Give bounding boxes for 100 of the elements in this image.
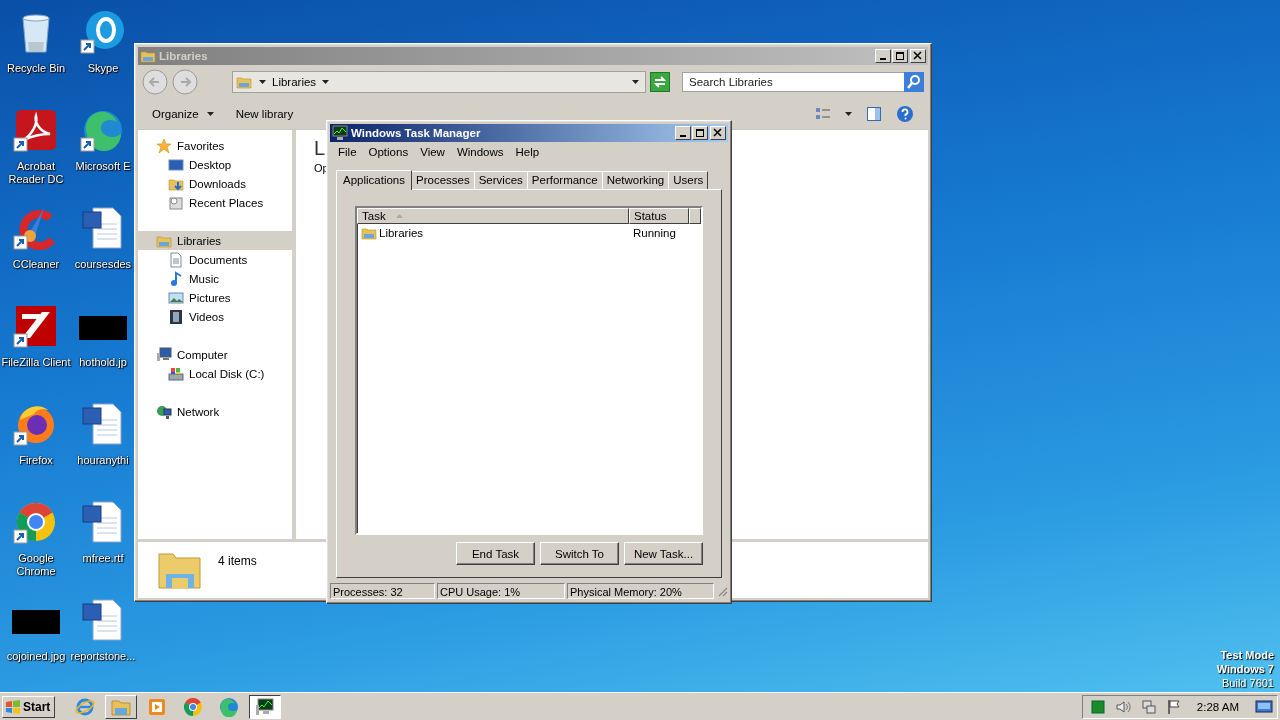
icon-label[interactable]: Firefox (19, 454, 53, 467)
tab[interactable]: Networking (601, 171, 670, 189)
clock[interactable]: 2:28 AM (1196, 700, 1239, 713)
nav-item[interactable]: Documents (138, 250, 292, 269)
nav-item[interactable]: Favorites (138, 136, 292, 155)
caret-icon[interactable] (206, 112, 214, 116)
icon-label[interactable]: FileZilla Client (1, 356, 71, 369)
flag-icon[interactable] (1166, 698, 1181, 715)
status-text: CPU Usage: 1% (437, 583, 565, 599)
watermark-text: Build 7601 (1221, 676, 1274, 690)
app-icon[interactable] (79, 8, 127, 56)
resize-grip-icon[interactable] (716, 585, 728, 597)
button[interactable]: End Task (456, 542, 535, 565)
preview-pane-icon[interactable] (866, 106, 882, 122)
icon-label[interactable]: Skype (87, 62, 119, 75)
icon-label[interactable]: Microsoft E (75, 160, 131, 173)
watermark-text: Test Mode (1219, 648, 1274, 662)
button[interactable]: Switch To (540, 542, 619, 565)
picture-icon (168, 289, 184, 306)
menu-item[interactable]: Help (509, 145, 546, 158)
menu-item[interactable]: Windows (450, 145, 510, 158)
table-cell: Libraries (379, 227, 424, 239)
nav-item[interactable]: Videos (138, 307, 292, 326)
minimize-button[interactable] (675, 126, 691, 140)
maximize-icon (895, 51, 905, 61)
caret-icon[interactable] (845, 112, 852, 116)
window-title: Windows Task Manager (351, 127, 482, 139)
tab[interactable]: Performance (526, 171, 603, 189)
search-icon[interactable] (904, 72, 924, 92)
monitor-icon (332, 125, 348, 141)
status-text: Processes: 32 (330, 583, 435, 599)
browser-icon (183, 696, 204, 717)
tab[interactable]: Applications (336, 170, 412, 190)
play-icon (147, 696, 168, 717)
speaker-icon[interactable] (1114, 698, 1131, 715)
computer-icon (156, 346, 172, 363)
task-row[interactable]: Libraries Running (357, 224, 701, 242)
icon-label[interactable]: Acrobat Reader DC (1, 160, 71, 186)
icon-label[interactable]: Recycle Bin (6, 62, 66, 75)
tab[interactable]: Services (473, 171, 528, 189)
menu-button[interactable]: Organize (148, 106, 218, 122)
nav-item[interactable]: Network (138, 402, 292, 421)
address-bar[interactable]: Libraries (232, 71, 646, 93)
nav-item[interactable]: Computer (138, 345, 292, 364)
search-field[interactable]: Search Libraries (682, 72, 904, 92)
refresh-button[interactable] (650, 72, 670, 92)
column-header[interactable]: Status (629, 208, 689, 224)
monitor-icon (255, 696, 276, 717)
maximize-icon (695, 128, 705, 138)
start-button[interactable]: Start (2, 695, 56, 718)
breadcrumb[interactable]: Libraries (272, 76, 317, 88)
document-icon (168, 251, 184, 268)
caret-icon[interactable] (322, 80, 330, 84)
show-desktop-icon[interactable] (1255, 698, 1273, 715)
music-note-icon (168, 270, 184, 287)
film-icon (168, 308, 184, 325)
monitor-icon (168, 156, 184, 173)
dropdown-icon[interactable] (632, 80, 639, 84)
toolbar-button[interactable]: New library (231, 106, 298, 122)
icon-label[interactable]: CCleaner (12, 258, 60, 271)
status-text: Physical Memory: 20% (567, 583, 714, 599)
heading: L (314, 136, 326, 160)
menu-item[interactable]: Options (362, 145, 415, 158)
nav-item[interactable]: Local Disk (C:) (138, 364, 292, 383)
network-icon (156, 403, 172, 420)
icon-label[interactable]: Google Chrome (1, 552, 71, 578)
minimize-icon (680, 135, 686, 137)
nav-item[interactable]: Desktop (138, 155, 292, 174)
icon-label[interactable]: houranythi (77, 454, 129, 467)
nav-item[interactable]: Recent Places (138, 193, 292, 212)
icon-label[interactable]: coursesdes (74, 258, 132, 271)
drive-icon (168, 365, 184, 382)
icon-label[interactable]: hothold.jp (79, 356, 127, 369)
item-count: 4 items (218, 554, 257, 568)
network-icon[interactable] (1140, 698, 1157, 715)
close-icon (913, 51, 923, 61)
browser-icon (75, 696, 96, 717)
status-icon[interactable] (1090, 699, 1105, 714)
maximize-button[interactable] (692, 126, 708, 140)
menu-item[interactable]: View (414, 145, 451, 158)
table-cell: Running (633, 227, 676, 239)
nav-item[interactable]: Libraries (138, 231, 292, 250)
nav-item[interactable]: Downloads (138, 174, 292, 193)
help-icon[interactable] (896, 105, 914, 123)
windows-logo-icon (5, 698, 21, 715)
minimize-icon (880, 58, 886, 60)
tab[interactable]: Users (668, 171, 709, 189)
nav-item[interactable]: Music (138, 269, 292, 288)
caret-icon[interactable] (259, 80, 266, 84)
taskbar-button[interactable] (249, 694, 282, 719)
nav-item[interactable]: Pictures (138, 288, 292, 307)
window-title: Libraries (159, 50, 209, 62)
watermark-text: Windows 7 (1216, 662, 1274, 676)
menu-item[interactable]: File (332, 145, 363, 158)
browser-icon (219, 696, 240, 717)
close-button[interactable] (710, 126, 726, 140)
star-icon (156, 137, 172, 154)
column-header[interactable]: Task (357, 208, 629, 224)
button[interactable]: New Task... (624, 542, 703, 565)
close-icon (713, 128, 723, 138)
